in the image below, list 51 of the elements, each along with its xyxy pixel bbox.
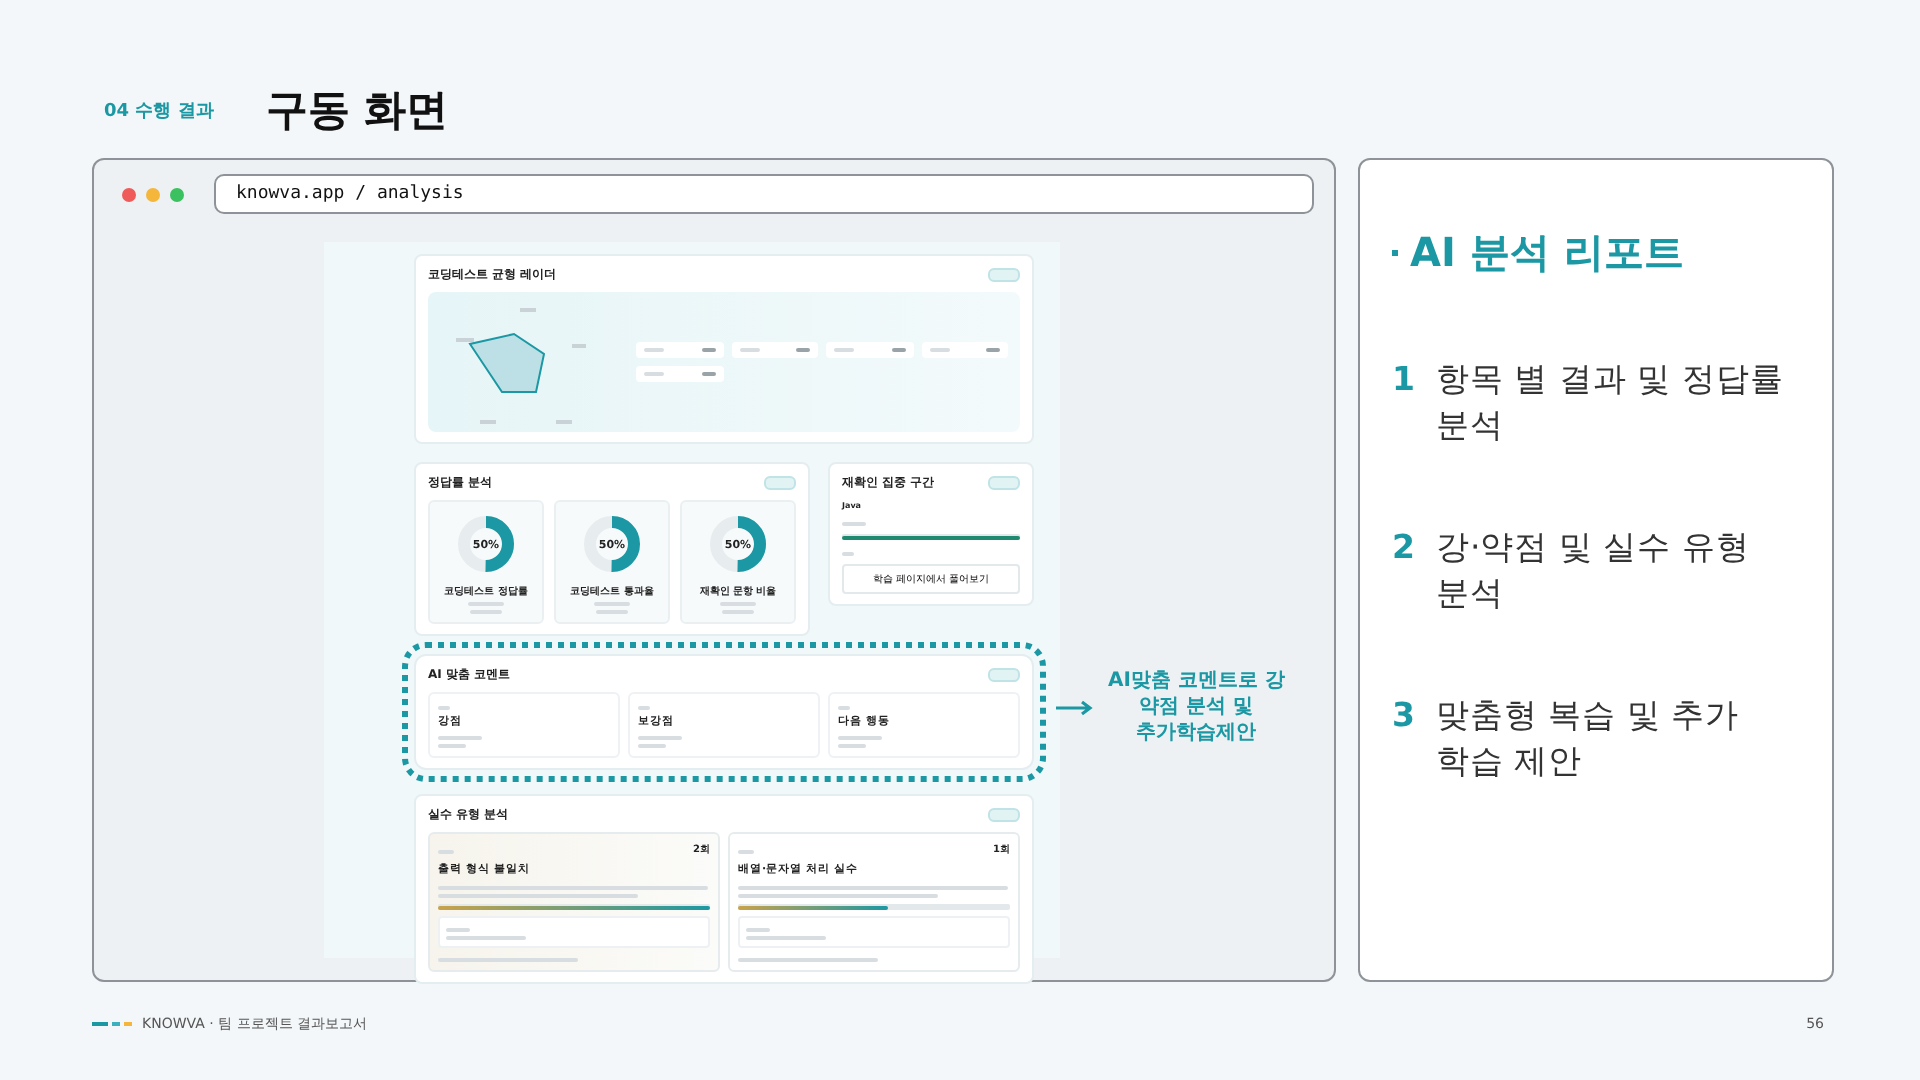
placeholder-line <box>838 706 850 710</box>
placeholder-line <box>720 602 756 606</box>
placeholder-line <box>838 744 866 748</box>
slide-title: 구동 화면 <box>265 84 449 138</box>
placeholder-line <box>438 736 482 740</box>
item-number: 2 <box>1392 526 1412 571</box>
window-dot-icon <box>122 187 136 201</box>
tag-chip <box>988 808 1020 822</box>
placeholder-line <box>438 706 450 710</box>
placeholder-line <box>746 936 826 940</box>
item-number: 1 <box>1392 358 1412 402</box>
placeholder-line <box>594 602 630 606</box>
placeholder-line <box>842 552 854 556</box>
section-label: 04 수행 결과 <box>104 99 214 123</box>
placeholder-line <box>738 849 754 853</box>
placeholder-line <box>438 958 578 962</box>
placeholder-line <box>596 610 628 614</box>
placeholder-line <box>446 936 526 940</box>
window-dot-icon <box>170 187 184 201</box>
item-text: 항목 별 결과 및 정답률 분석 <box>1436 358 1786 449</box>
placeholder-line <box>438 744 466 748</box>
placeholder-line <box>638 744 666 748</box>
report-title: AI 분석 리포트 <box>1410 226 1684 280</box>
placeholder-line <box>746 928 770 932</box>
metric-chip <box>636 342 723 358</box>
tag-chip <box>764 476 796 490</box>
placeholder-line <box>842 522 866 526</box>
placeholder-line <box>722 610 754 614</box>
item-text: 맞춤형 복습 및 추가 학습 제안 <box>1436 694 1742 785</box>
placeholder-line <box>470 610 502 614</box>
window-dot-icon <box>146 187 160 201</box>
placeholder-line <box>638 706 650 710</box>
bullet-icon <box>1392 250 1398 256</box>
placeholder-line <box>838 736 882 740</box>
metric-chip <box>921 342 1008 358</box>
tag-chip <box>988 476 1020 490</box>
placeholder-line <box>638 736 682 740</box>
placeholder-line <box>738 958 878 962</box>
address-bar[interactable]: knowva.app / analysis <box>214 174 1314 214</box>
placeholder-line <box>468 602 504 606</box>
callout-text: AI맞춤 코멘트로 강 약점 분석 및 추가학습제안 <box>1108 668 1285 746</box>
item-number: 3 <box>1392 694 1412 739</box>
tag-chip <box>988 268 1020 282</box>
item-text: 강·약점 및 실수 유형 분석 <box>1436 526 1752 617</box>
tag-chip <box>988 668 1020 682</box>
metric-chip <box>826 342 913 358</box>
placeholder-line <box>446 928 470 932</box>
metric-chip <box>636 366 723 382</box>
arrow-icon <box>1056 699 1096 715</box>
metric-chip <box>731 342 818 358</box>
logo-icon <box>92 1021 132 1027</box>
